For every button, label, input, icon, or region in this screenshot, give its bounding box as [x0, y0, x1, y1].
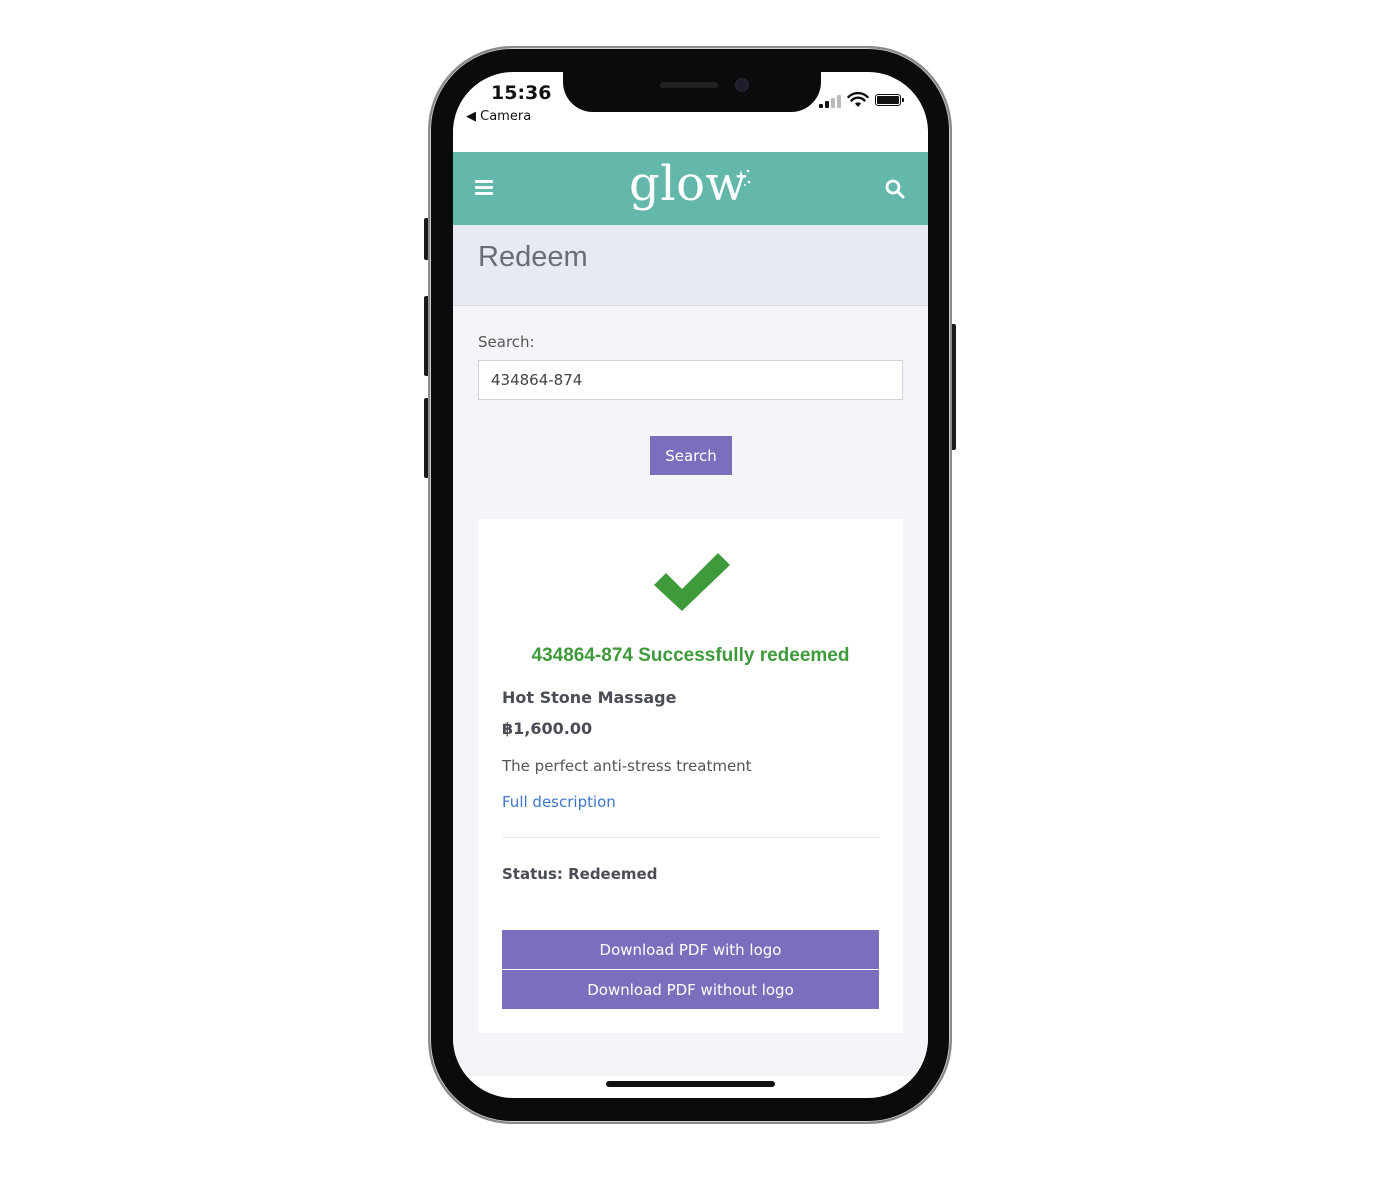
download-pdf-with-logo-button[interactable]: Download PDF with logo: [502, 930, 879, 969]
battery-icon: [875, 94, 904, 106]
search-button[interactable]: Search: [650, 436, 732, 475]
download-pdf-without-logo-button[interactable]: Download PDF without logo: [502, 970, 879, 1009]
search-label: Search:: [478, 333, 535, 351]
wifi-icon: [847, 92, 869, 107]
success-message: 434864-874 Successfully redeemed: [531, 645, 850, 666]
search-icon[interactable]: [885, 179, 905, 199]
redeem-status: Status: Redeemed: [502, 865, 658, 883]
back-triangle-icon: ◀: [466, 109, 476, 124]
checkmark-icon: [654, 553, 730, 611]
page-header: Redeem: [453, 225, 928, 306]
back-app-label: Camera: [480, 109, 532, 124]
phone-notch: [563, 72, 821, 112]
divider: [502, 837, 879, 838]
product-price: ฿1,600.00: [502, 719, 593, 738]
back-to-app-link[interactable]: ◀ Camera: [466, 109, 531, 124]
product-description: The perfect anti-stress treatment: [502, 757, 752, 775]
main-content: Search: Search 434864-874 Successfully r…: [453, 306, 928, 1076]
home-indicator[interactable]: [606, 1081, 775, 1087]
phone-screen: 15:36 ◀ Camera glow Redeem Search: 43486…: [453, 72, 928, 1098]
glow-logo: glow: [629, 156, 748, 212]
hamburger-menu-icon[interactable]: [475, 180, 493, 196]
full-description-link[interactable]: Full description: [502, 793, 616, 811]
page-title: Redeem: [478, 241, 588, 273]
search-input[interactable]: [478, 360, 903, 400]
earpiece-speaker: [660, 82, 718, 88]
front-camera: [735, 78, 749, 92]
status-time: 15:36: [491, 82, 552, 104]
sparkle-icon: [735, 169, 751, 186]
product-name: Hot Stone Massage: [502, 688, 677, 707]
redeem-result-card: 434864-874 Successfully redeemed Hot Sto…: [478, 519, 903, 1033]
app-header: glow: [453, 152, 928, 225]
cellular-signal-icon: [819, 92, 843, 108]
